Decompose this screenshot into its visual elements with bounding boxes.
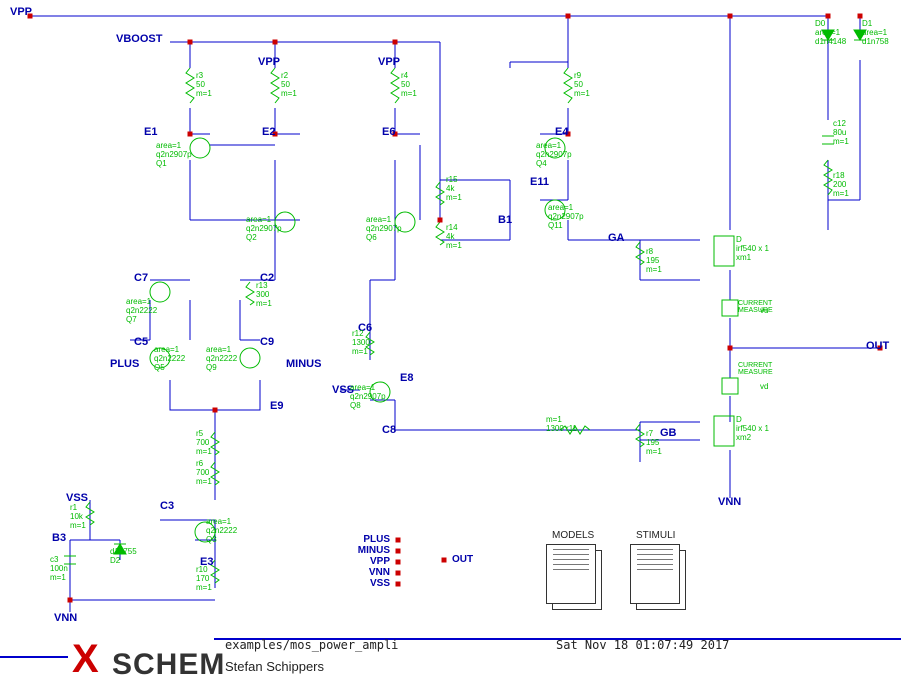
q1-params: area=1 q2n2907p Q1 — [156, 142, 192, 168]
net-plus: PLUS — [110, 358, 139, 370]
net-vpp-2: VPP — [258, 56, 280, 68]
xm2-params: D irf540 x 1 xm2 — [736, 416, 769, 442]
d1-params: D1 area=1 d1n758 — [862, 20, 889, 46]
q5-params: area=1 q2n2222 Q5 — [154, 346, 185, 372]
net-c5: C5 — [134, 336, 148, 348]
c3-params: c3 100n m=1 — [50, 556, 68, 582]
r10-params: r10 170 m=1 — [196, 566, 212, 592]
q7-params: area=1 q2n2222 Q7 — [126, 298, 157, 324]
net-e11: E11 — [530, 176, 549, 188]
schematic-canvas: VPP VBOOST VPP VPP E1 E2 E6 E4 E11 B1 GA… — [0, 0, 901, 688]
r6-params: r6 700 m=1 — [196, 460, 212, 486]
r1-params: r1 10k m=1 — [70, 504, 86, 530]
r5-params: r5 700 m=1 — [196, 430, 212, 456]
net-c9: C9 — [260, 336, 274, 348]
net-ga: GA — [608, 232, 625, 244]
q9-params: area=1 q2n2222 Q9 — [206, 346, 237, 372]
q6-params: area=1 q2n2907p Q6 — [366, 216, 402, 242]
schematic-path: examples/mos_power_ampli — [225, 638, 398, 652]
models-label: MODELS — [552, 530, 594, 541]
net-c3: C3 — [160, 500, 174, 512]
net-e9: E9 — [270, 400, 283, 412]
net-gb: GB — [660, 427, 677, 439]
q11-params: area=1 q2n2907p Q11 — [548, 204, 584, 230]
vu-node: vu — [760, 306, 768, 315]
pin-summary: PLUS MINUS VPP VNN VSS — [350, 534, 390, 589]
r11-params: m=1 1300 r11 — [546, 416, 577, 434]
logo-x: X — [72, 637, 99, 682]
q3-params: area=1 q2n2222 Q3 — [206, 518, 237, 544]
r3-params: r3 50 m=1 — [196, 72, 212, 98]
vd-node: vd — [760, 382, 768, 391]
net-c8: C8 — [382, 424, 396, 436]
vd-meas: CURRENT MEASURE — [738, 362, 773, 376]
q8-params: area=1 q2n2907p Q8 — [350, 384, 386, 410]
net-vpp: VPP — [10, 6, 32, 18]
q4-params: area=1 q2n2907p Q4 — [536, 142, 572, 168]
net-e4: E4 — [555, 126, 568, 138]
r4-params: r4 50 m=1 — [401, 72, 417, 98]
net-vnn-l: VNN — [54, 612, 77, 624]
xm1-params: D irf540 x 1 xm1 — [736, 236, 769, 262]
logo-schem: SCHEM — [112, 648, 225, 682]
net-e8: E8 — [400, 372, 413, 384]
c12-params: c12 80u m=1 — [833, 120, 849, 146]
net-e6: E6 — [382, 126, 395, 138]
net-vboost: VBOOST — [116, 33, 162, 45]
net-b3: B3 — [52, 532, 66, 544]
net-b1: B1 — [498, 214, 512, 226]
net-vpp-3: VPP — [378, 56, 400, 68]
r13-params: r13 300 m=1 — [256, 282, 272, 308]
net-e1: E1 — [144, 126, 157, 138]
d0-params: D0 area=1 d1n4148 — [815, 20, 846, 46]
q2-params: area=1 q2n2907p Q2 — [246, 216, 282, 242]
r15-params: r15 4k m=1 — [446, 176, 462, 202]
r8-params: r8 195 m=1 — [646, 248, 662, 274]
r18-params: r18 200 m=1 — [833, 172, 849, 198]
r9-params: r9 50 m=1 — [574, 72, 590, 98]
timestamp: Sat Nov 18 01:07:49 2017 — [556, 638, 729, 652]
r14-params: r14 4k m=1 — [446, 224, 462, 250]
title-block: X SCHEM examples/mos_power_ampli Stefan … — [0, 628, 901, 688]
net-minus: MINUS — [286, 358, 321, 370]
author: Stefan Schippers — [225, 659, 324, 674]
d2-params: d1n755 D2 — [110, 548, 137, 566]
net-out: OUT — [866, 340, 889, 352]
r12-params: r12 1300 m=1 — [352, 330, 370, 356]
models-icon[interactable] — [546, 544, 606, 614]
net-c7: C7 — [134, 272, 148, 284]
net-vnn-r: VNN — [718, 496, 741, 508]
net-e2: E2 — [262, 126, 275, 138]
stimuli-label: STIMULI — [636, 530, 675, 541]
r2-params: r2 50 m=1 — [281, 72, 297, 98]
stimuli-icon[interactable] — [630, 544, 690, 614]
r7-params: r7 195 m=1 — [646, 430, 662, 456]
pin-out: OUT — [452, 554, 473, 565]
